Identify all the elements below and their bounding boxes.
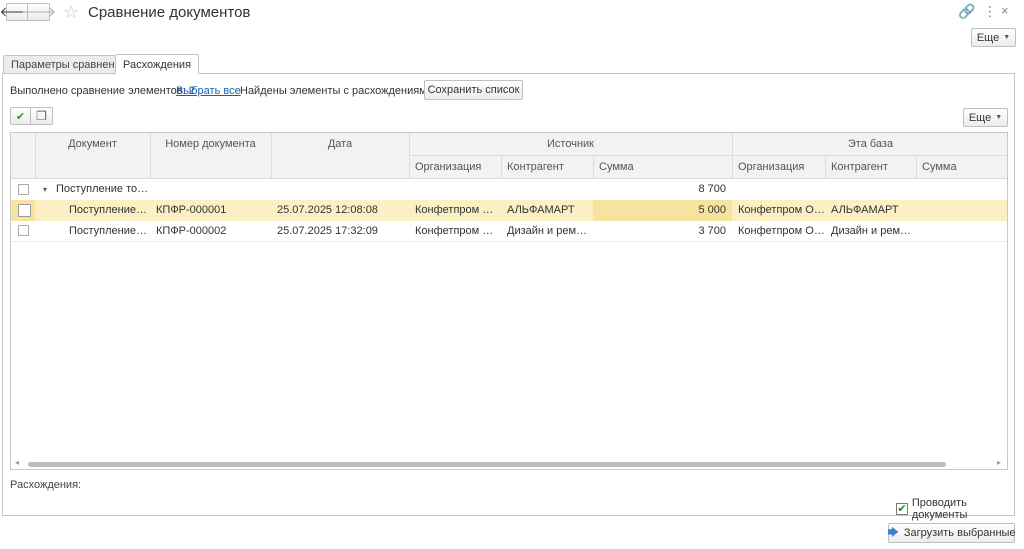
cell-db-org: Конфетпром ООО: [738, 225, 825, 237]
cell-src-sum: 5 000: [593, 200, 732, 221]
chevron-down-icon: ▼: [995, 114, 1003, 121]
horizontal-scrollbar[interactable]: ◂ ▸: [11, 458, 1007, 469]
cell-number: КПФР-000002: [156, 225, 227, 237]
tab-differences[interactable]: Расхождения: [115, 54, 200, 74]
more-menu-label: Еще: [968, 111, 992, 124]
table-row[interactable]: Поступление (... КПФР-000001 25.07.2025 …: [11, 200, 1007, 221]
link-icon[interactable]: 🔗: [958, 3, 975, 20]
cell-db-sum: [922, 221, 1007, 242]
row-checkbox[interactable]: [18, 225, 29, 236]
differences-table[interactable]: Документ Номер документа Дата Источник Э…: [10, 132, 1008, 470]
column-header-this-base: Эта база: [847, 138, 894, 150]
forward-button[interactable]: 🡒: [21, 3, 56, 21]
close-icon[interactable]: ×: [1001, 3, 1009, 18]
scrollbar-thumb[interactable]: [28, 462, 946, 467]
cell-db-counterparty: Дизайн и ремонт: [831, 225, 916, 237]
column-header-date[interactable]: Дата: [271, 138, 409, 150]
column-header-src-counterparty[interactable]: Контрагент: [507, 161, 593, 173]
checkbox-checked-icon[interactable]: ✔: [896, 503, 908, 515]
arrow-right-icon: 🡒: [21, 4, 56, 19]
more-menu-button[interactable]: Еще ▼: [971, 28, 1016, 47]
cell-src-org: Конфетпром ООО: [415, 204, 501, 216]
group-source-sum: 8 700: [698, 183, 726, 195]
column-header-db-counterparty[interactable]: Контрагент: [831, 161, 916, 173]
cell-document: Поступление (...: [69, 204, 150, 216]
load-arrow-icon: 🡆: [887, 526, 899, 539]
load-selected-button[interactable]: 🡆 Загрузить выбранные: [887, 523, 1016, 543]
cell-src-org: Конфетпром ООО: [415, 225, 501, 237]
load-selected-label: Загрузить выбранные: [903, 527, 1016, 539]
more-actions-icon[interactable]: ⋮: [983, 3, 997, 20]
differences-label: Расхождения:: [10, 479, 82, 491]
cell-src-counterparty: АЛЬФАМАРТ: [507, 204, 575, 216]
check-all-button[interactable]: ✔: [10, 107, 31, 125]
tab-label: Параметры сравнения: [11, 59, 127, 71]
cell-db-org: Конфетпром ООО: [738, 204, 825, 216]
table-row[interactable]: Поступление (... КПФР-000002 25.07.2025 …: [11, 221, 1007, 242]
group-label: Поступление това...: [56, 183, 150, 195]
table-group-row[interactable]: ▾ Поступление това... 8 700: [11, 179, 1007, 200]
cell-src-counterparty: Дизайн и ремонт: [507, 225, 593, 237]
copy-icon: ❐: [36, 109, 47, 123]
tab-label: Расхождения: [123, 58, 192, 71]
column-header-db-sum[interactable]: Сумма: [922, 161, 1007, 173]
table-more-menu-button[interactable]: Еще ▼: [963, 108, 1008, 127]
column-header-source: Источник: [547, 138, 594, 150]
cell-db-sum: [922, 200, 1007, 221]
cell-src-sum: 3 700: [698, 225, 726, 237]
scroll-right-icon[interactable]: ▸: [997, 458, 1001, 467]
cell-date: 25.07.2025 17:32:09: [277, 225, 378, 237]
column-header-src-sum[interactable]: Сумма: [599, 161, 732, 173]
cell-db-counterparty: АЛЬФАМАРТ: [831, 204, 899, 216]
compared-count-text: Выполнено сравнение элементов: 2: [10, 85, 195, 97]
column-header-document[interactable]: Документ: [35, 138, 150, 150]
expand-arrow-icon[interactable]: ▾: [43, 179, 55, 200]
differences-found-text: Найдены элементы с расхождениями: 0: [240, 85, 446, 97]
cell-number: КПФР-000001: [156, 204, 227, 216]
select-all-link[interactable]: Выбрать все: [176, 85, 241, 97]
copy-button[interactable]: ❐: [31, 107, 53, 125]
more-menu-label: Еще: [976, 31, 1000, 44]
row-checkbox[interactable]: [18, 184, 29, 195]
save-list-button[interactable]: Сохранить список: [424, 80, 523, 100]
column-header-src-org[interactable]: Организация: [415, 161, 501, 173]
post-documents-label: Проводить документы: [911, 497, 968, 521]
column-header-number[interactable]: Номер документа: [150, 138, 271, 150]
row-checkbox[interactable]: [18, 204, 31, 217]
page-title: Сравнение документов: [88, 4, 251, 21]
save-list-label: Сохранить список: [427, 84, 520, 96]
column-header-db-org[interactable]: Организация: [738, 161, 825, 173]
favorite-star-icon[interactable]: ☆: [63, 2, 79, 23]
scroll-left-icon[interactable]: ◂: [15, 458, 19, 467]
cell-date: 25.07.2025 12:08:08: [277, 204, 378, 216]
check-all-icon: ✔: [15, 110, 26, 123]
cell-document: Поступление (...: [69, 225, 150, 237]
chevron-down-icon: ▼: [1003, 34, 1011, 41]
post-documents-checkbox[interactable]: ✔ Проводить документы: [896, 497, 1024, 521]
